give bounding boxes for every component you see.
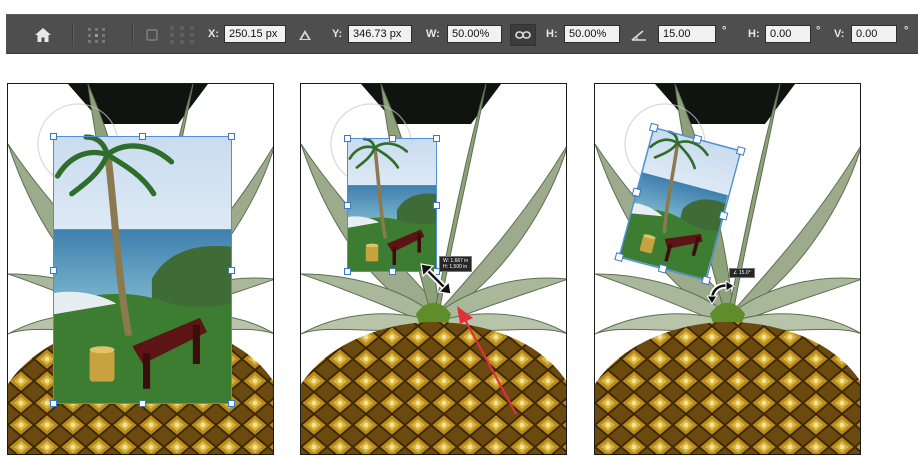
- rotate-panel: ∠ 15.0°: [594, 83, 861, 455]
- separator: [72, 24, 73, 46]
- delta-icon[interactable]: [294, 20, 316, 50]
- horizontal-skew-label: H:: [748, 28, 760, 40]
- transform-handle-bottom-left[interactable]: [50, 400, 57, 407]
- options-bar: X: 250.15 px Y: 346.73 px W: 50.00% H: 5…: [6, 14, 918, 54]
- transform-handle-bottom-right[interactable]: [228, 400, 235, 407]
- drag-direction-arrow: [457, 306, 517, 415]
- transform-bounding-box[interactable]: [53, 136, 232, 404]
- transform-handle-top[interactable]: [139, 133, 146, 140]
- separator: [132, 24, 133, 46]
- link-icon[interactable]: [510, 24, 536, 46]
- checkbox-icon[interactable]: [142, 20, 162, 50]
- transform-handle-top-right[interactable]: [735, 146, 746, 156]
- transform-handle-top[interactable]: [692, 134, 703, 145]
- reference-grid-icon: [166, 20, 198, 50]
- x-position-field[interactable]: 250.15 px: [224, 25, 286, 43]
- y-position-field[interactable]: 346.73 px: [348, 25, 412, 43]
- transform-bounding-box[interactable]: [347, 138, 437, 272]
- rotation-angle-field[interactable]: 15.00: [658, 25, 716, 43]
- width-field[interactable]: 50.00%: [447, 25, 502, 43]
- transform-handle-top[interactable]: [389, 135, 396, 142]
- transform-handle-top-left[interactable]: [50, 133, 57, 140]
- home-icon[interactable]: [28, 20, 58, 50]
- transform-handle-bottom-left[interactable]: [344, 268, 351, 275]
- degree-symbol: °: [816, 25, 821, 37]
- reference-point-icon[interactable]: [82, 20, 112, 50]
- diagonal-resize-cursor-icon: [420, 263, 452, 295]
- transform-handle-top-left[interactable]: [344, 135, 351, 142]
- resize-panel: W: 1.667 in H: 1.500 in: [300, 83, 567, 455]
- transform-handle-right[interactable]: [718, 210, 729, 221]
- transform-handle-left[interactable]: [50, 267, 57, 274]
- vertical-skew-label: V:: [834, 28, 845, 40]
- transform-handle-bottom[interactable]: [657, 263, 668, 274]
- height-field[interactable]: 50.00%: [564, 25, 620, 43]
- scale-panel: [7, 83, 274, 455]
- transform-handle-left[interactable]: [631, 187, 642, 198]
- y-label: Y:: [332, 28, 343, 40]
- horizontal-skew-field[interactable]: 0.00: [765, 25, 811, 43]
- transform-handle-top-right[interactable]: [228, 133, 235, 140]
- degree-symbol: °: [722, 25, 727, 37]
- transform-handle-right[interactable]: [228, 267, 235, 274]
- x-label: X:: [208, 28, 219, 40]
- degree-symbol: °: [904, 25, 909, 37]
- transform-handle-bottom[interactable]: [389, 268, 396, 275]
- width-label: W:: [426, 28, 440, 40]
- angle-tooltip: ∠ 15.0°: [729, 268, 755, 278]
- vertical-skew-field[interactable]: 0.00: [851, 25, 897, 43]
- transform-handle-left[interactable]: [344, 202, 351, 209]
- rotate-cursor-icon: [707, 280, 735, 305]
- transform-bounding-box[interactable]: [595, 84, 861, 455]
- height-label: H:: [546, 28, 558, 40]
- angle-icon: [628, 20, 650, 50]
- transform-handle-top-right[interactable]: [433, 135, 440, 142]
- transform-handle-right[interactable]: [433, 202, 440, 209]
- transform-handle-top-left[interactable]: [648, 122, 659, 133]
- transform-handle-bottom-left[interactable]: [614, 252, 625, 262]
- transform-handle-bottom[interactable]: [139, 400, 146, 407]
